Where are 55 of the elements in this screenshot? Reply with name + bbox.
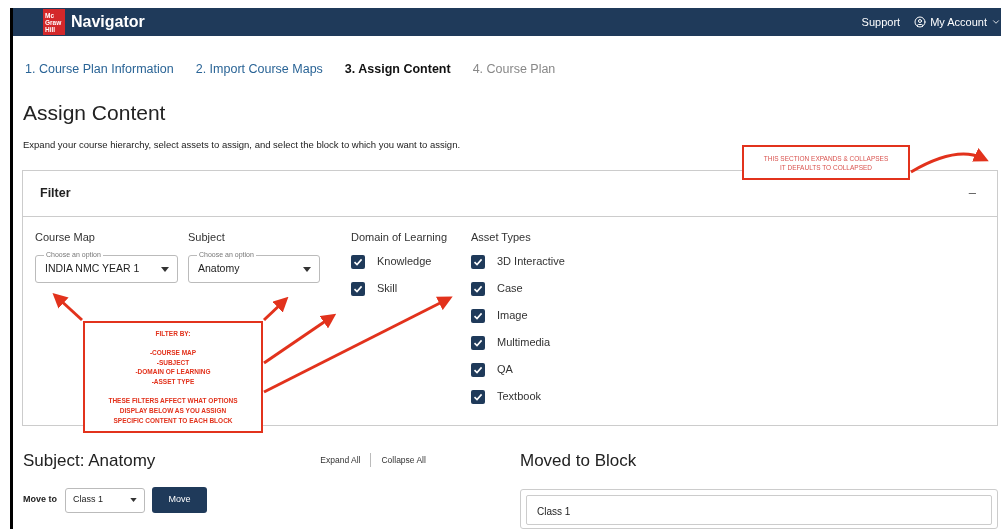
checkmark-icon bbox=[353, 256, 363, 267]
checkbox-label: 3D Interactive bbox=[497, 254, 565, 270]
step-tab[interactable]: 3. Assign Content bbox=[344, 60, 451, 79]
checkbox-label: Image bbox=[497, 308, 528, 324]
checkbox[interactable] bbox=[471, 281, 485, 296]
filter-title: Filter bbox=[40, 184, 71, 202]
checkbox[interactable] bbox=[471, 335, 485, 350]
checkmark-icon bbox=[473, 283, 483, 294]
dropdown-label: Subject bbox=[188, 229, 226, 245]
page-title: Assign Content bbox=[22, 99, 167, 126]
annotation-arrow bbox=[52, 292, 83, 322]
checkmark-icon bbox=[353, 283, 363, 294]
dropdown-value: Anatomy bbox=[198, 261, 240, 277]
group-label: Domain of Learning bbox=[351, 229, 448, 245]
checkbox-label: QA bbox=[497, 362, 513, 378]
checkmark-icon bbox=[473, 337, 483, 348]
block-select-value: Class 1 bbox=[73, 493, 104, 507]
support-link[interactable]: Support bbox=[861, 13, 901, 31]
app-name: Navigator bbox=[71, 12, 145, 32]
checkmark-icon bbox=[473, 391, 483, 402]
checkbox[interactable] bbox=[471, 362, 485, 377]
checkbox[interactable] bbox=[471, 308, 485, 323]
checkmark-icon bbox=[473, 364, 483, 375]
expand-all-link[interactable]: Expand All bbox=[320, 453, 361, 467]
checkbox[interactable] bbox=[351, 281, 365, 296]
block-row: Class 1 bbox=[526, 495, 992, 525]
checkbox[interactable] bbox=[471, 254, 485, 269]
collapse-all-link[interactable]: Collapse All bbox=[381, 453, 426, 467]
user-icon bbox=[914, 16, 927, 28]
dropdown-value: INDIA NMC YEAR 1 bbox=[45, 261, 140, 277]
chevron-down-icon bbox=[991, 17, 1001, 27]
caret-icon bbox=[303, 266, 311, 272]
move-to-label: Move to bbox=[23, 493, 57, 507]
checkmark-icon bbox=[473, 256, 483, 267]
checkbox-label: Case bbox=[497, 281, 523, 297]
step-tab[interactable]: 1. Course Plan Information bbox=[25, 60, 174, 79]
checkbox-label: Skill bbox=[377, 281, 398, 297]
checkmark-icon bbox=[473, 310, 483, 321]
dropdown-label: Course Map bbox=[35, 229, 96, 245]
moved-title: Moved to Block bbox=[520, 449, 638, 472]
group-label: Asset Types bbox=[471, 229, 532, 245]
checkbox[interactable] bbox=[471, 389, 485, 404]
caret-icon bbox=[130, 498, 137, 502]
collapse-toggle[interactable]: – bbox=[968, 183, 976, 203]
caret-icon bbox=[161, 266, 169, 272]
subject-title: Subject: Anatomy bbox=[23, 449, 156, 472]
checkbox-label: Knowledge bbox=[377, 254, 432, 270]
step-tab[interactable]: 2. Import Course Maps bbox=[195, 60, 323, 79]
page-description: Expand your course hierarchy, select assets to assign, and select the block to which you want to assign. bbox=[22, 138, 462, 153]
checkbox-label: Textbook bbox=[497, 389, 542, 405]
checkbox-label: Multimedia bbox=[497, 335, 551, 351]
move-button[interactable]: Move bbox=[152, 487, 207, 513]
block-select[interactable]: Class 1 bbox=[65, 487, 145, 513]
account-menu[interactable]: My Account bbox=[914, 13, 1001, 31]
checkbox[interactable] bbox=[351, 254, 365, 269]
